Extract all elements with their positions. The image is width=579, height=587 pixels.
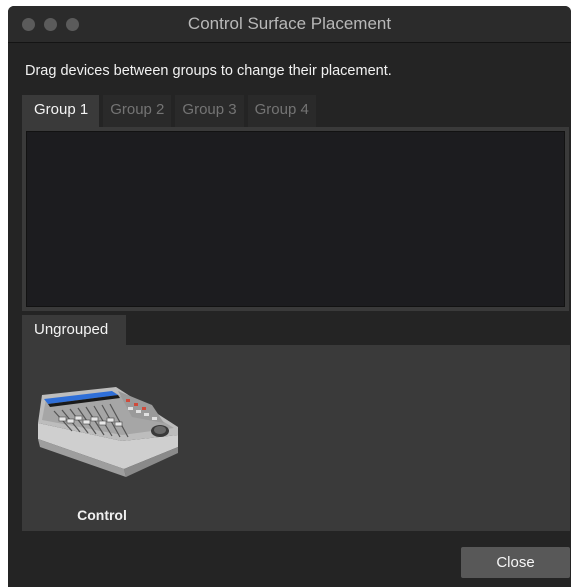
window-title: Control Surface Placement (187, 14, 392, 33)
control-surface-device-icon (38, 387, 178, 477)
group-tabs: Group 1 Group 2 Group 3 Group 4 (22, 95, 320, 127)
group-panel (22, 127, 569, 311)
tab-group-1[interactable]: Group 1 (22, 95, 100, 127)
device-control[interactable]: Control (32, 365, 182, 525)
tab-group-4[interactable]: Group 4 (247, 95, 316, 127)
ungrouped-drop-area[interactable]: Control (22, 345, 570, 531)
tab-group-2[interactable]: Group 2 (103, 95, 172, 127)
control-surface-placement-window: Control Surface Placement Drag devices b… (8, 6, 571, 587)
title-bar[interactable]: Control Surface Placement (8, 6, 571, 43)
close-button[interactable]: Close (461, 547, 570, 578)
tab-ungrouped[interactable]: Ungrouped (22, 315, 126, 345)
device-label: Control (77, 507, 127, 523)
tab-group-3[interactable]: Group 3 (175, 95, 244, 127)
group-drop-area[interactable] (26, 131, 565, 307)
instructions-text: Drag devices between groups to change th… (25, 63, 392, 79)
